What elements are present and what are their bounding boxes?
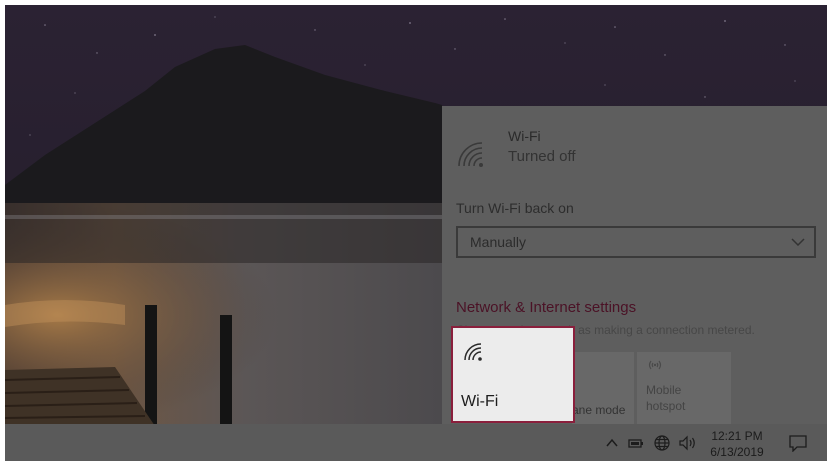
- airplane-mode-label: ane mode: [572, 403, 626, 417]
- network-settings-link[interactable]: Network & Internet settings: [456, 299, 636, 316]
- desktop: Wi-Fi Turned off Turn Wi-Fi back on Manu…: [5, 5, 827, 461]
- clock-time: 12:21 PM: [711, 429, 763, 443]
- mobile-hotspot-tile[interactable]: Mobile hotspot: [637, 352, 731, 424]
- volume-icon[interactable]: [678, 434, 698, 452]
- wifi-name: Wi-Fi: [508, 128, 541, 144]
- turn-wifi-back-dropdown[interactable]: Manually: [456, 226, 816, 258]
- battery-icon[interactable]: [628, 434, 644, 452]
- mobile-hotspot-label: Mobile hotspot: [646, 383, 686, 413]
- dropdown-value: Manually: [470, 234, 527, 250]
- wifi-network-header[interactable]: Wi-Fi Turned off: [456, 126, 816, 176]
- taskbar: 12:21 PM 6/13/2019: [5, 424, 827, 461]
- wifi-quick-action-tile[interactable]: Wi-Fi: [451, 326, 575, 423]
- action-center-icon[interactable]: [788, 434, 808, 452]
- system-clock[interactable]: 12:21 PM 6/13/2019: [705, 428, 769, 460]
- clock-date: 6/13/2019: [710, 445, 764, 459]
- chevron-up-icon[interactable]: [605, 434, 619, 452]
- turn-wifi-back-label: Turn Wi-Fi back on: [456, 200, 574, 216]
- wifi-icon: [464, 343, 482, 361]
- wifi-status: Turned off: [508, 148, 576, 165]
- airplane-mode-tile[interactable]: ane mode: [572, 352, 634, 424]
- globe-icon[interactable]: [653, 434, 671, 452]
- wifi-tile-label: Wi-Fi: [461, 393, 499, 410]
- wifi-off-icon: [458, 142, 483, 167]
- chevron-down-icon: [791, 238, 805, 246]
- hotspot-icon: [648, 360, 662, 370]
